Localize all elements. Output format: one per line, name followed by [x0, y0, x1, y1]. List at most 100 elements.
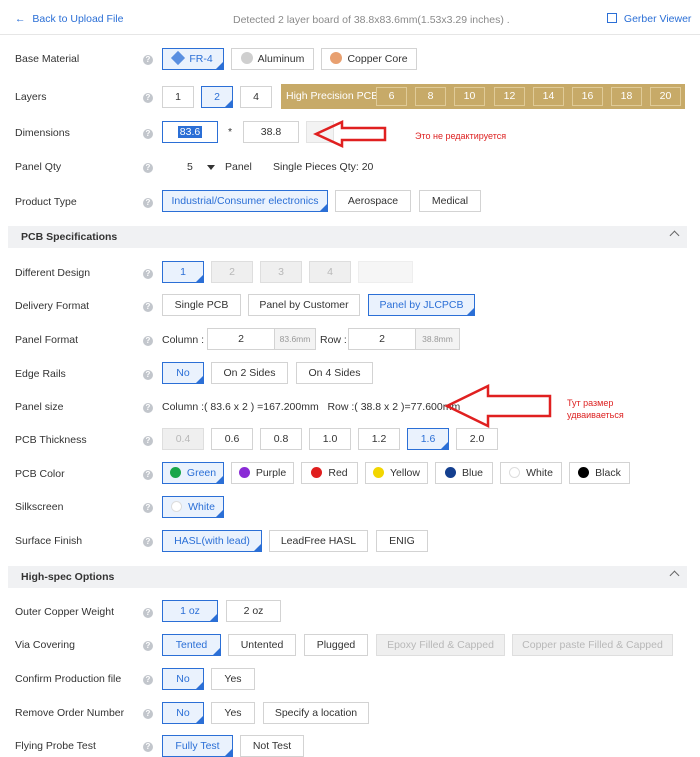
dimension-height-input[interactable]: 38.8 [243, 121, 299, 143]
product-type-aerospace[interactable]: Aerospace [335, 190, 411, 212]
panel-format-label: Panel Format [15, 334, 79, 346]
remove-order-yes[interactable]: Yes [211, 702, 255, 724]
copper-weight-1oz[interactable]: 1 oz [162, 600, 218, 622]
help-icon[interactable]: ? [143, 403, 153, 413]
green-swatch-icon [169, 467, 181, 478]
flying-probe-fully-test[interactable]: Fully Test [162, 735, 233, 757]
surface-finish-label: Surface Finish [15, 535, 83, 547]
gerber-viewer-icon [607, 13, 617, 23]
help-icon[interactable]: ? [143, 641, 153, 651]
help-icon[interactable]: ? [143, 370, 153, 380]
thickness-2-0[interactable]: 2.0 [456, 428, 498, 450]
row-input[interactable]: 2 [348, 328, 416, 350]
edge-rails-2-sides[interactable]: On 2 Sides [211, 362, 288, 384]
pcb-color-purple[interactable]: Purple [231, 462, 294, 484]
flying-probe-not-test[interactable]: Not Test [240, 735, 304, 757]
silkscreen-white[interactable]: White [162, 496, 224, 518]
pcb-color-blue[interactable]: Blue [435, 462, 493, 484]
edge-rails-4-sides[interactable]: On 4 Sides [296, 362, 373, 384]
layers-option-20[interactable]: 20 [650, 87, 681, 106]
via-copper-paste-filled: Copper paste Filled & Capped [512, 634, 673, 656]
back-to-upload-link[interactable]: ← Back to Upload File [15, 13, 123, 25]
product-type-industrial[interactable]: Industrial/Consumer electronics [162, 190, 328, 212]
remove-order-no[interactable]: No [162, 702, 204, 724]
dimensions-label: Dimensions [15, 127, 70, 139]
column-input[interactable]: 2 [207, 328, 275, 350]
thickness-0-8[interactable]: 0.8 [260, 428, 302, 450]
purple-swatch-icon [238, 467, 250, 478]
help-icon[interactable]: ? [143, 129, 153, 139]
help-icon[interactable]: ? [143, 608, 153, 618]
layers-option-12[interactable]: 12 [494, 87, 525, 106]
layers-option-10[interactable]: 10 [454, 87, 485, 106]
delivery-panel-by-jlcpcb[interactable]: Panel by JLCPCB [368, 294, 475, 316]
red-swatch-icon [311, 467, 323, 478]
gerber-viewer-link[interactable]: Gerber Viewer [607, 13, 691, 25]
layers-option-14[interactable]: 14 [533, 87, 564, 106]
surface-leadfree-hasl[interactable]: LeadFree HASL [269, 530, 368, 552]
delivery-panel-by-customer[interactable]: Panel by Customer [248, 294, 360, 316]
dimension-width-input[interactable]: 83.6 [162, 121, 218, 143]
surface-hasl-lead[interactable]: HASL(with lead) [162, 530, 262, 552]
help-icon[interactable]: ? [143, 470, 153, 480]
help-icon[interactable]: ? [143, 269, 153, 279]
help-icon[interactable]: ? [143, 55, 153, 65]
product-type-medical[interactable]: Medical [419, 190, 481, 212]
thickness-1-2[interactable]: 1.2 [358, 428, 400, 450]
remove-order-number-label: Remove Order Number [15, 707, 125, 719]
surface-enig[interactable]: ENIG [376, 530, 428, 552]
different-design-1[interactable]: 1 [162, 261, 204, 283]
arrow-left-icon: ← [15, 13, 26, 25]
layers-option-6[interactable]: 6 [376, 87, 407, 106]
layers-option-18[interactable]: 18 [611, 87, 642, 106]
layers-option-4[interactable]: 4 [240, 86, 272, 108]
different-design-2: 2 [211, 261, 253, 283]
edge-rails-no[interactable]: No [162, 362, 204, 384]
thickness-1-0[interactable]: 1.0 [309, 428, 351, 450]
help-icon[interactable]: ? [143, 302, 153, 312]
pcb-color-green[interactable]: Green [162, 462, 224, 484]
different-design-more [358, 261, 413, 283]
pcb-color-white[interactable]: White [500, 462, 562, 484]
confirm-production-no[interactable]: No [162, 668, 204, 690]
delivery-single-pcb[interactable]: Single PCB [162, 294, 241, 316]
help-icon[interactable]: ? [143, 503, 153, 513]
column-label: Column : [162, 334, 205, 346]
via-tented[interactable]: Tented [162, 634, 221, 656]
help-icon[interactable]: ? [143, 93, 153, 103]
base-material-label: Base Material [15, 53, 80, 65]
confirm-production-yes[interactable]: Yes [211, 668, 255, 690]
thickness-0-6[interactable]: 0.6 [211, 428, 253, 450]
help-icon[interactable]: ? [143, 436, 153, 446]
help-icon[interactable]: ? [143, 163, 153, 173]
panel-qty-select[interactable]: 5 [181, 156, 219, 178]
help-icon[interactable]: ? [143, 198, 153, 208]
annotation-size-doubles-1: Тут размер [567, 398, 614, 408]
thickness-1-6[interactable]: 1.6 [407, 428, 449, 450]
base-material-fr4[interactable]: FR-4 [162, 48, 224, 70]
base-material-aluminum[interactable]: Aluminum [231, 48, 314, 70]
layers-option-2[interactable]: 2 [201, 86, 233, 108]
layers-label: Layers [15, 91, 47, 103]
pcb-color-black[interactable]: Black [569, 462, 630, 484]
layers-option-1[interactable]: 1 [162, 86, 194, 108]
help-icon[interactable]: ? [143, 675, 153, 685]
base-material-copper-core[interactable]: Copper Core [321, 48, 417, 70]
via-untented[interactable]: Untented [228, 634, 296, 656]
pcb-color-yellow[interactable]: Yellow [365, 462, 428, 484]
help-icon[interactable]: ? [143, 336, 153, 346]
layers-option-8[interactable]: 8 [415, 87, 446, 106]
section-pcb-specifications[interactable]: PCB Specifications [8, 226, 687, 248]
help-icon[interactable]: ? [143, 537, 153, 547]
via-plugged[interactable]: Plugged [304, 634, 368, 656]
back-label: Back to Upload File [32, 13, 124, 25]
copper-weight-2oz[interactable]: 2 oz [226, 600, 281, 622]
layers-option-16[interactable]: 16 [572, 87, 603, 106]
help-icon[interactable]: ? [143, 709, 153, 719]
remove-order-specify-location[interactable]: Specify a location [263, 702, 369, 724]
different-design-4: 4 [309, 261, 351, 283]
pcb-color-red[interactable]: Red [301, 462, 358, 484]
help-icon[interactable]: ? [143, 742, 153, 752]
row-unit: 38.8mm [415, 328, 460, 350]
section-high-spec-options[interactable]: High-spec Options [8, 566, 687, 588]
